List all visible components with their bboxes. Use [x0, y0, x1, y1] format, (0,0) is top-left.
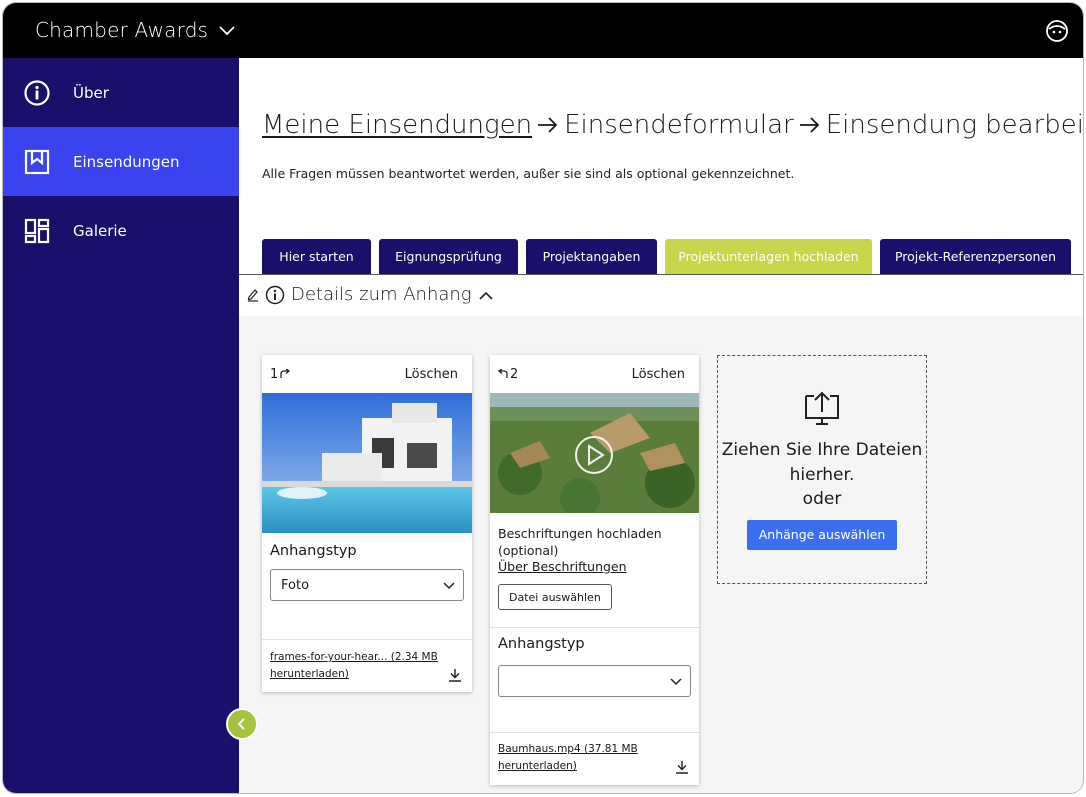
- select-attachments-button[interactable]: Anhänge auswählen: [747, 519, 897, 550]
- delete-button[interactable]: Löschen: [632, 367, 685, 382]
- file-dropzone[interactable]: Ziehen Sie Ihre Dateien hierher. oder An…: [717, 355, 927, 584]
- dropzone-line: Ziehen Sie Ihre Dateien: [721, 440, 923, 460]
- breadcrumb-form: Einsendeformular: [564, 110, 794, 140]
- arrow-forward-icon: [280, 369, 291, 378]
- download-icon[interactable]: [448, 668, 462, 682]
- delete-button[interactable]: Löschen: [405, 367, 458, 382]
- breadcrumb-edit: Einsendung bearbeiten: [825, 110, 1084, 140]
- card-divider: [490, 627, 699, 628]
- choose-file-button[interactable]: Datei auswählen: [498, 584, 612, 610]
- top-bar: Chamber Awards: [3, 3, 1083, 58]
- tab-hier-starten[interactable]: Hier starten: [262, 239, 371, 274]
- tab-divider: [239, 274, 1083, 275]
- reorder-control[interactable]: 2: [498, 367, 518, 382]
- attachment-card: 1 Löschen Anhangstyp Foto frames-for-you…: [262, 355, 472, 692]
- arrow-right-icon: [538, 117, 558, 133]
- chevron-down-icon: [670, 678, 682, 686]
- card-divider: [490, 732, 699, 733]
- main-content: Meine Einsendungen Einsendeformular Eins…: [239, 58, 1084, 793]
- tab-eignungspruefung[interactable]: Eignungsprüfung: [379, 239, 518, 274]
- select-value: Foto: [281, 577, 310, 593]
- app-title: Chamber Awards: [35, 18, 209, 42]
- tab-projektunterlagen[interactable]: Projektunterlagen hochladen: [665, 239, 872, 274]
- sidebar-item-uber[interactable]: Über: [3, 58, 239, 127]
- attachment-type-label: Anhangstyp: [498, 636, 585, 652]
- captions-title: Beschriftungen hochladen (optional): [498, 526, 662, 558]
- attachment-order: 2: [510, 366, 519, 382]
- form-hint: Alle Fragen müssen beantwortet werden, a…: [262, 166, 795, 181]
- dropzone-text: Ziehen Sie Ihre Dateien hierher. oder: [718, 438, 926, 512]
- sidebar-item-label: Über: [73, 83, 109, 102]
- sidebar: Über Einsendungen Galerie: [3, 58, 239, 793]
- details-toggle[interactable]: Details zum Anhang: [247, 284, 494, 305]
- dropzone-line: hierher.: [789, 464, 855, 485]
- reorder-control[interactable]: 1: [270, 366, 291, 382]
- sidebar-item-label: Galerie: [73, 221, 127, 240]
- download-icon[interactable]: [675, 760, 689, 774]
- app-switcher[interactable]: Chamber Awards: [35, 18, 236, 42]
- breadcrumb-my-submissions[interactable]: Meine Einsendungen: [262, 110, 532, 140]
- bookmark-icon: [24, 149, 50, 174]
- sidebar-item-galerie[interactable]: Galerie: [3, 196, 239, 265]
- breadcrumb: Meine Einsendungen Einsendeformular Eins…: [262, 110, 1084, 140]
- captions-info-link[interactable]: Über Beschriftungen: [490, 559, 699, 574]
- info-icon: [265, 285, 285, 304]
- collapse-sidebar-button[interactable]: [226, 708, 258, 740]
- card-divider: [262, 639, 472, 640]
- attachment-type-label: Anhangstyp: [270, 543, 357, 559]
- arrow-right-icon: [799, 117, 819, 133]
- chevron-down-icon: [219, 26, 235, 36]
- tab-bar: Hier starten Eignungsprüfung Projektanga…: [262, 239, 1071, 274]
- sidebar-item-label: Einsendungen: [73, 152, 180, 171]
- attachment-order: 1: [270, 366, 279, 382]
- tab-referenzpersonen[interactable]: Projekt-Referenzpersonen: [880, 239, 1071, 274]
- chevron-up-icon: [479, 291, 493, 300]
- sidebar-item-einsendungen[interactable]: Einsendungen: [3, 127, 239, 196]
- user-avatar-icon[interactable]: [1045, 19, 1069, 43]
- tab-projektangaben[interactable]: Projektangaben: [526, 239, 657, 274]
- dropzone-line: oder: [802, 489, 842, 509]
- upload-icon: [805, 391, 839, 425]
- details-title: Details zum Anhang: [291, 284, 472, 305]
- info-icon: [24, 79, 50, 106]
- chevron-left-icon: [237, 718, 245, 730]
- grid-icon: [24, 218, 50, 243]
- edit-icon: [247, 288, 258, 302]
- attachment-type-select[interactable]: [498, 665, 691, 697]
- chevron-down-icon: [443, 582, 455, 590]
- download-link[interactable]: Baumhaus.mp4 (37.81 MB herunterladen): [498, 741, 668, 775]
- attachment-type-select[interactable]: Foto: [270, 569, 464, 601]
- arrow-back-icon: [498, 369, 508, 378]
- photo-thumbnail: [262, 393, 472, 533]
- app-window: Chamber Awards Über Einsendungen Galerie…: [2, 2, 1084, 794]
- download-link[interactable]: frames-for-your-hear... (2.34 MB herunte…: [270, 649, 440, 683]
- attachment-card: 2 Löschen Beschriftungen hochladen (opti…: [490, 355, 699, 785]
- video-thumbnail: [490, 393, 699, 513]
